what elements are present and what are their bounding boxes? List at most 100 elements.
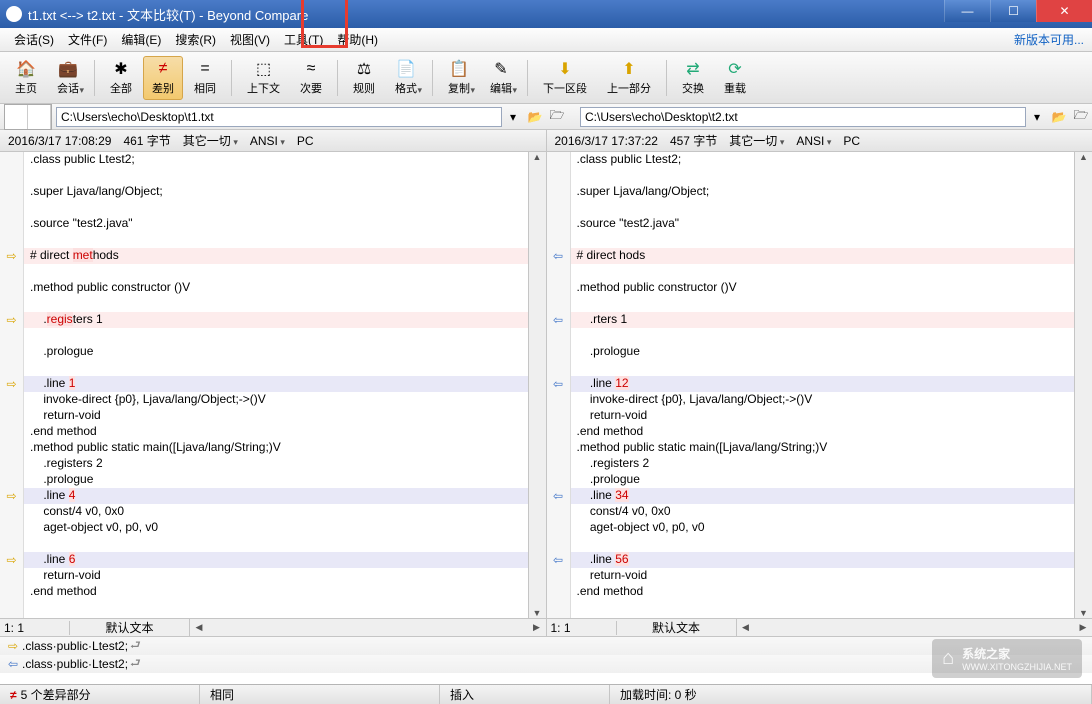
left-open-icon[interactable]: 📂 <box>525 107 545 127</box>
next-diff-button[interactable]: ⬇下一区段 <box>534 56 596 100</box>
overview-thumbnail[interactable] <box>4 104 52 130</box>
code-line[interactable] <box>24 232 528 248</box>
code-line[interactable]: .super Ljava/lang/Object; <box>571 184 1075 200</box>
code-line[interactable]: aget-object v0, p0, v0 <box>24 520 528 536</box>
code-line[interactable] <box>571 296 1075 312</box>
code-line[interactable] <box>24 200 528 216</box>
code-line[interactable]: # direct hods <box>571 248 1075 264</box>
other-dropdown[interactable]: 其它一切 <box>729 132 784 149</box>
rules-button[interactable]: ⚖规则 <box>344 56 384 100</box>
code-line[interactable]: .super Ljava/lang/Object; <box>24 184 528 200</box>
other-dropdown[interactable]: 其它一切 <box>183 132 238 149</box>
code-line[interactable] <box>24 360 528 376</box>
code-line[interactable]: .method public static main([Ljava/lang/S… <box>571 440 1075 456</box>
code-line[interactable]: .source "test2.java" <box>24 216 528 232</box>
code-line[interactable]: .end method <box>24 424 528 440</box>
horizontal-scrollbar[interactable]: 1: 1 默认文本 ◀▶ <box>0 618 546 636</box>
code-line[interactable]: .method public constructor ()V <box>24 280 528 296</box>
maximize-button[interactable]: ☐ <box>990 0 1036 22</box>
code-line[interactable]: .registers 2 <box>571 456 1075 472</box>
code-line[interactable] <box>24 168 528 184</box>
menu-view[interactable]: 视图(V) <box>224 29 276 50</box>
right-browse-icon[interactable]: 🗁 <box>1071 107 1091 127</box>
code-line[interactable]: return-void <box>24 568 528 584</box>
code-line[interactable]: .end method <box>24 584 528 600</box>
code-line[interactable]: .line 4 <box>24 488 528 504</box>
code-line[interactable] <box>571 200 1075 216</box>
title-bar: t1.txt <--> t2.txt - 文本比较(T) - Beyond Co… <box>0 0 1092 28</box>
vertical-scrollbar[interactable]: ▲▼ <box>528 152 546 618</box>
code-view[interactable]: ⇦⇦⇦⇦⇦.class public Ltest2;.super Ljava/l… <box>547 152 1092 618</box>
code-line[interactable]: .prologue <box>24 344 528 360</box>
all-button[interactable]: ✱全部 <box>101 56 141 100</box>
code-line[interactable]: return-void <box>571 568 1075 584</box>
vertical-scrollbar[interactable]: ▲▼ <box>1074 152 1092 618</box>
code-line[interactable] <box>24 264 528 280</box>
code-line[interactable] <box>571 232 1075 248</box>
code-line[interactable]: .registers 1 <box>24 312 528 328</box>
menu-edit[interactable]: 编辑(E) <box>115 29 167 50</box>
code-line[interactable]: .end method <box>571 584 1075 600</box>
context-button[interactable]: ⬚上下文 <box>238 56 289 100</box>
left-path-input[interactable] <box>56 107 502 127</box>
minor-button[interactable]: ≈次要 <box>291 56 331 100</box>
code-line[interactable] <box>571 536 1075 552</box>
code-view[interactable]: ⇨⇨⇨⇨⇨.class public Ltest2;.super Ljava/l… <box>0 152 546 618</box>
menu-file[interactable]: 文件(F) <box>62 29 113 50</box>
code-line[interactable]: .line 34 <box>571 488 1075 504</box>
code-line[interactable]: .end method <box>571 424 1075 440</box>
right-path-input[interactable] <box>580 107 1026 127</box>
code-line[interactable] <box>24 536 528 552</box>
code-line[interactable]: return-void <box>24 408 528 424</box>
code-line[interactable]: aget-object v0, p0, v0 <box>571 520 1075 536</box>
code-line[interactable] <box>571 168 1075 184</box>
minimize-button[interactable]: — <box>944 0 990 22</box>
copy-button[interactable]: 📋复制 <box>439 56 479 100</box>
new-version-link[interactable]: 新版本可用... <box>1014 31 1084 48</box>
left-path-dropdown-icon[interactable]: ▾ <box>503 107 523 127</box>
menu-search[interactable]: 搜索(R) <box>169 29 222 50</box>
code-line[interactable] <box>571 328 1075 344</box>
code-line[interactable]: .prologue <box>571 344 1075 360</box>
code-line[interactable]: # direct methods <box>24 248 528 264</box>
prev-diff-button[interactable]: ⬆上一部分 <box>598 56 660 100</box>
reload-button[interactable]: ⟳重载 <box>715 56 755 100</box>
code-line[interactable]: const/4 v0, 0x0 <box>24 504 528 520</box>
code-line[interactable] <box>24 328 528 344</box>
code-line[interactable]: .class public Ltest2; <box>24 152 528 168</box>
code-line[interactable]: .method public constructor ()V <box>571 280 1075 296</box>
code-line[interactable] <box>24 296 528 312</box>
encoding-dropdown[interactable]: ANSI <box>796 134 831 148</box>
left-browse-icon[interactable]: 🗁 <box>547 107 567 127</box>
code-line[interactable]: .prologue <box>571 472 1075 488</box>
code-line[interactable]: const/4 v0, 0x0 <box>571 504 1075 520</box>
same-button[interactable]: =相同 <box>185 56 225 100</box>
menu-session[interactable]: 会话(S) <box>8 29 60 50</box>
code-line[interactable]: .line 6 <box>24 552 528 568</box>
code-line[interactable]: .rters 1 <box>571 312 1075 328</box>
home-button[interactable]: 🏠主页 <box>6 56 46 100</box>
code-line[interactable]: return-void <box>571 408 1075 424</box>
session-button[interactable]: 💼会话 <box>48 56 88 100</box>
code-line[interactable]: .method public static main([Ljava/lang/S… <box>24 440 528 456</box>
code-line[interactable]: invoke-direct {p0}, Ljava/lang/Object;->… <box>571 392 1075 408</box>
horizontal-scrollbar[interactable]: 1: 1 默认文本 ◀▶ <box>547 618 1092 636</box>
code-line[interactable] <box>571 360 1075 376</box>
code-line[interactable]: .line 56 <box>571 552 1075 568</box>
code-line[interactable]: .registers 2 <box>24 456 528 472</box>
code-line[interactable]: .line 12 <box>571 376 1075 392</box>
right-path-dropdown-icon[interactable]: ▾ <box>1027 107 1047 127</box>
encoding-dropdown[interactable]: ANSI <box>250 134 285 148</box>
code-line[interactable]: .class public Ltest2; <box>571 152 1075 168</box>
edit-button[interactable]: ✎编辑 <box>481 56 521 100</box>
diff-button[interactable]: ≠差别 <box>143 56 183 100</box>
code-line[interactable]: .line 1 <box>24 376 528 392</box>
code-line[interactable]: invoke-direct {p0}, Ljava/lang/Object;->… <box>24 392 528 408</box>
code-line[interactable]: .prologue <box>24 472 528 488</box>
format-button[interactable]: 📄格式 <box>386 56 426 100</box>
right-open-icon[interactable]: 📂 <box>1049 107 1069 127</box>
close-button[interactable]: ✕ <box>1036 0 1092 22</box>
code-line[interactable]: .source "test2.java" <box>571 216 1075 232</box>
code-line[interactable] <box>571 264 1075 280</box>
swap-button[interactable]: ⇄交换 <box>673 56 713 100</box>
